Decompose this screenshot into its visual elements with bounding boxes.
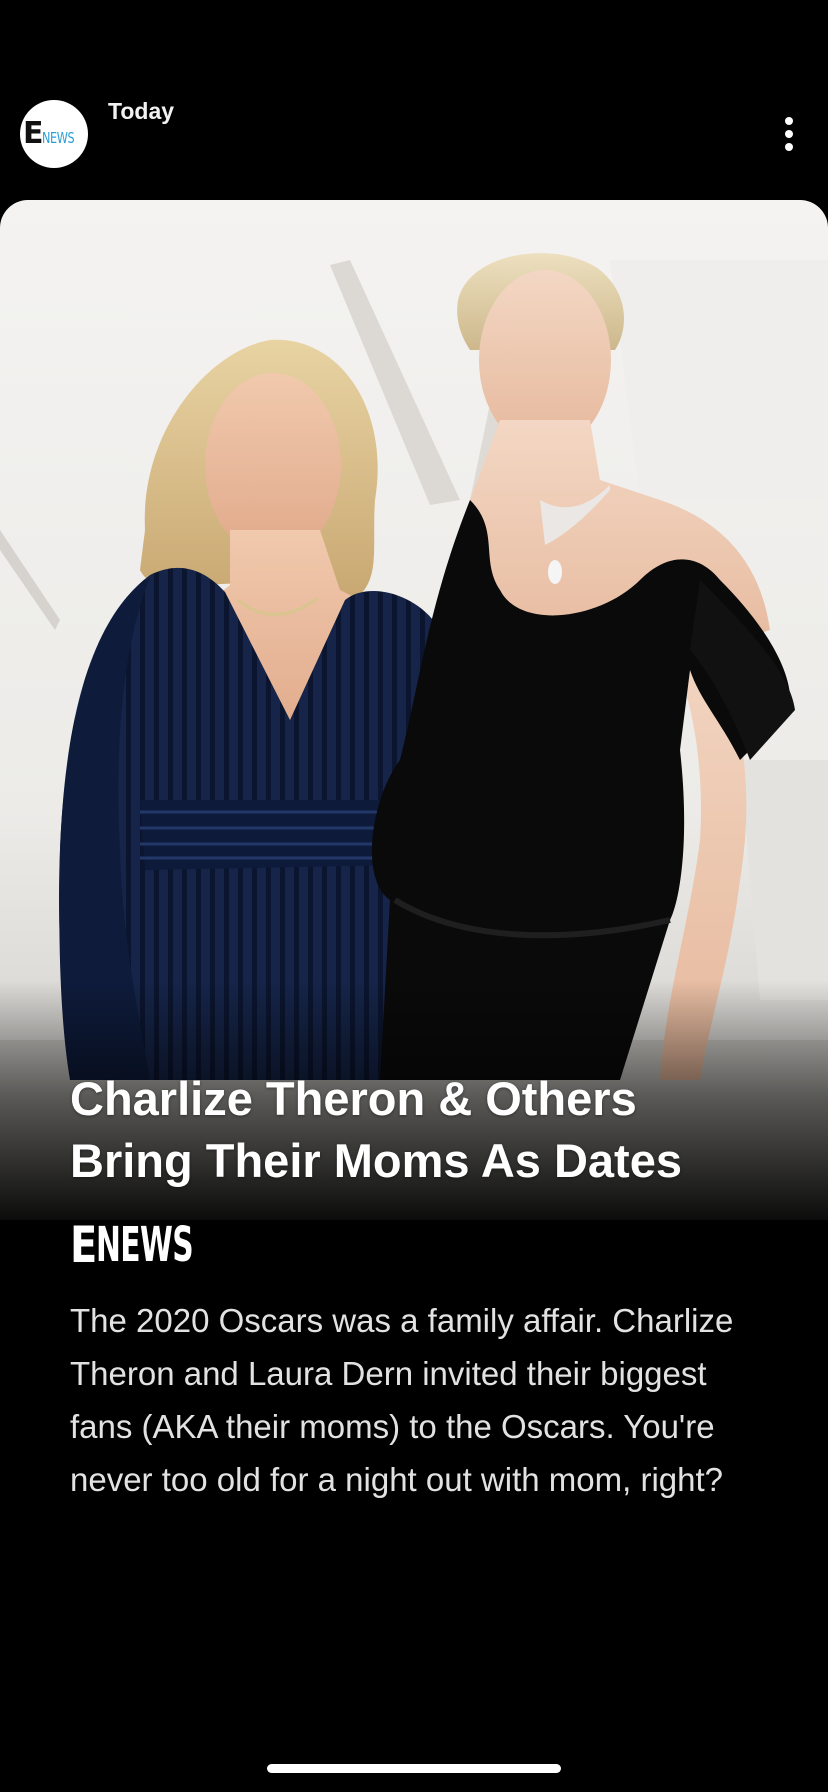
story-timestamp: Today (108, 98, 175, 124)
dot-icon (785, 143, 793, 151)
brand-letter: E (70, 1216, 98, 1274)
enews-logo-icon: E NEWS (22, 116, 75, 151)
brand-word: NEWS (96, 1217, 194, 1273)
dot-icon (785, 130, 793, 138)
story-summary: The 2020 Oscars was a family affair. Cha… (70, 1302, 734, 1498)
home-indicator[interactable] (267, 1764, 561, 1773)
story-card[interactable]: Charlize Theron & Others Bring Their Mom… (0, 200, 828, 1792)
publisher-avatar[interactable]: E NEWS (20, 100, 88, 168)
story-header: E NEWS Today (0, 0, 828, 200)
story-headline: Charlize Theron & Others Bring Their Mom… (70, 1072, 682, 1187)
more-options-button[interactable] (770, 110, 808, 158)
dot-icon (785, 117, 793, 125)
enews-brand-logo: E NEWS (70, 1218, 253, 1270)
